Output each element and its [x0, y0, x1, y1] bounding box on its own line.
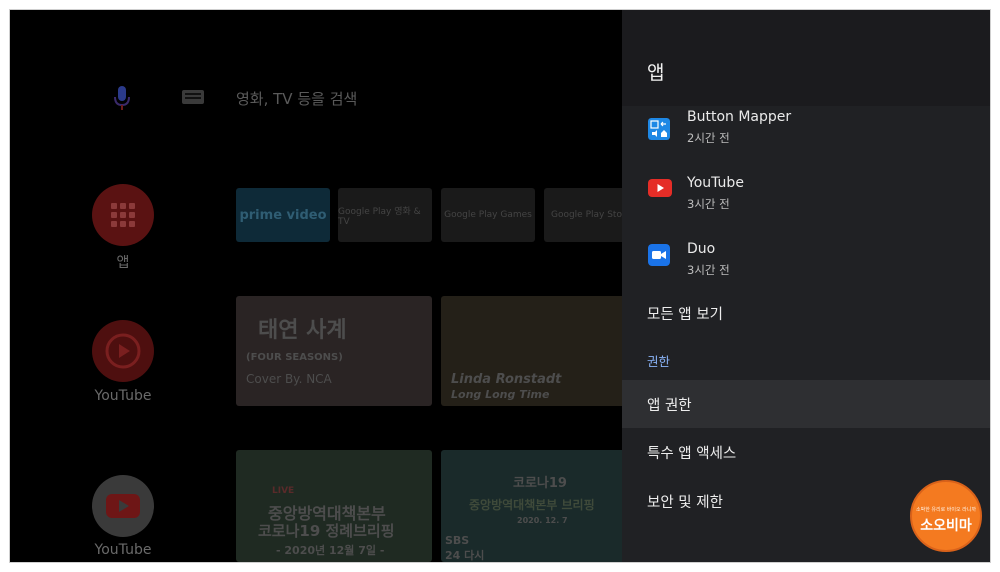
- app-last-used: 3시간 전: [687, 263, 730, 277]
- search-input[interactable]: 영화, TV 등을 검색: [236, 88, 357, 109]
- live-badge: LIVE: [272, 486, 295, 496]
- app-name: YouTube: [687, 175, 744, 191]
- content-caption: 2020. 12. 7: [517, 516, 568, 525]
- nav-youtube-app-label: YouTube: [94, 542, 152, 558]
- app-name: Button Mapper: [687, 109, 792, 125]
- play-circle-icon: [105, 333, 141, 369]
- app-tile-play-games[interactable]: Google Play Games: [441, 188, 535, 242]
- recent-app-button-mapper[interactable]: Button Mapper 2시간 전: [622, 106, 990, 166]
- content-title: Linda Ronstadt: [451, 372, 562, 387]
- keyboard-icon[interactable]: [182, 90, 204, 104]
- app-permissions-item[interactable]: 앱 권한: [622, 380, 990, 428]
- content-subtitle: 코로나19 정례브리핑: [258, 522, 395, 540]
- content-caption: Cover By. NCA: [246, 372, 332, 386]
- content-tile-taeyeon[interactable]: 태연 사계 (FOUR SEASONS) Cover By. NCA: [236, 296, 432, 406]
- watermark-tagline: 소박한 유리로 바이오 라니까: [916, 507, 976, 513]
- youtube-logo-icon: [106, 494, 140, 518]
- home-screen: 영화, TV 등을 검색 앱 YouTube YouTube prime vid…: [10, 10, 638, 562]
- duo-icon: [648, 244, 670, 266]
- content-subtitle: (FOUR SEASONS): [246, 352, 343, 363]
- content-caption: - 2020년 12월 7일 -: [276, 544, 385, 557]
- permissions-section-label: 권한: [647, 354, 671, 369]
- app-name: Duo: [687, 241, 716, 257]
- panel-title: 앱: [647, 62, 665, 84]
- panel-header: 앱: [622, 10, 990, 106]
- nav-youtube-app-button[interactable]: [92, 475, 154, 537]
- microphone-icon[interactable]: [112, 86, 132, 112]
- nav-youtube-button[interactable]: [92, 320, 154, 382]
- app-last-used: 2시간 전: [687, 131, 730, 145]
- nav-youtube-label: YouTube: [94, 388, 152, 404]
- app-last-used: 3시간 전: [687, 197, 730, 211]
- special-app-access-item[interactable]: 특수 앱 액세스: [622, 428, 990, 476]
- nav-apps-label: 앱: [116, 255, 130, 271]
- watermark-text: 소오비마: [920, 518, 972, 534]
- watermark-logo: 소박한 유리로 바이오 라니까 소오비마: [910, 480, 982, 552]
- app-tile-prime-video[interactable]: prime video: [236, 188, 330, 242]
- button-mapper-icon: [648, 118, 670, 140]
- app-tile-play-movies[interactable]: Google Play 영화 & TV: [338, 188, 432, 242]
- apps-grid-icon: [111, 203, 135, 227]
- content-tile-linda-ronstadt[interactable]: Linda Ronstadt Long Long Time: [441, 296, 637, 406]
- nav-apps-button[interactable]: [92, 184, 154, 246]
- content-title: 태연 사계: [258, 318, 347, 343]
- youtube-icon: [648, 179, 672, 197]
- see-all-apps-button[interactable]: 모든 앱 보기: [622, 289, 990, 337]
- tv-screen: 영화, TV 등을 검색 앱 YouTube YouTube prime vid…: [9, 9, 991, 563]
- sbs-badge: SBS 24 다시보기: [445, 534, 485, 562]
- content-tile-sbs-briefing[interactable]: 코로나19 중앙방역대책본부 브리핑 2020. 12. 7 SBS 24 다시…: [441, 450, 637, 562]
- content-subtitle: Long Long Time: [451, 388, 550, 401]
- recent-app-youtube[interactable]: YouTube 3시간 전: [622, 172, 990, 232]
- content-tile-covid-briefing[interactable]: LIVE 중앙방역대책본부 코로나19 정례브리핑 - 2020년 12월 7일…: [236, 450, 432, 562]
- content-title: 코로나19: [513, 476, 567, 491]
- content-subtitle: 중앙방역대책본부 브리핑: [469, 498, 595, 512]
- apps-settings-panel: 앱 Button Mapper 2시간 전 YouTube 3시간 전 Duo …: [622, 10, 990, 562]
